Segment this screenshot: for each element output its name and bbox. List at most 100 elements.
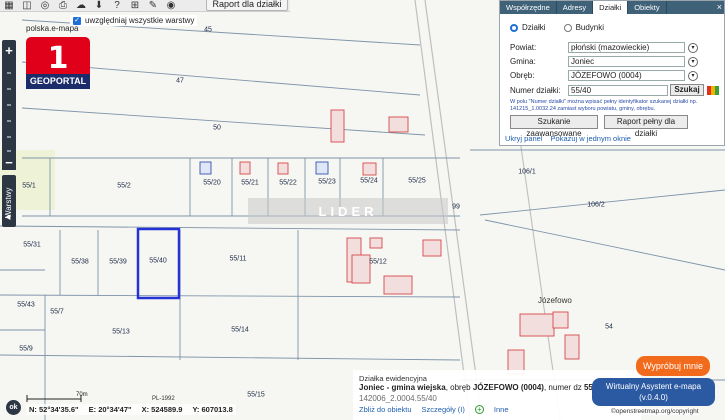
radio-buildings[interactable]: Budynki bbox=[563, 23, 604, 32]
info-text: , obręb bbox=[445, 383, 473, 392]
top-toolbar: ▦ ◫ ◎ ⎙ ☁ ⬇ ? ⊞ ✎ ◉ Raport dla działki bbox=[0, 0, 290, 12]
advanced-search-button[interactable]: Szukanie zaawansowane bbox=[510, 115, 598, 138]
chevron-down-icon[interactable]: ▾ bbox=[688, 70, 698, 81]
info-title: Działka ewidencyjna bbox=[359, 374, 427, 383]
info-actions: Zbliż do obiektu Szczegóły (I) + Inne bbox=[359, 405, 509, 414]
color-swatches[interactable] bbox=[707, 85, 719, 95]
download-icon[interactable]: ⬇ bbox=[90, 0, 108, 12]
add-icon[interactable]: + bbox=[474, 405, 484, 414]
parcel-label: 55/22 bbox=[279, 179, 297, 187]
info-text: , numer dz bbox=[543, 383, 584, 392]
tab-coordinates[interactable]: Współrzędne bbox=[500, 1, 557, 14]
tab-addresses[interactable]: Adresy bbox=[557, 1, 594, 14]
parcel-label: 106/1 bbox=[518, 168, 536, 176]
coordinates-readout: N: 52°34'35.6" E: 20°34'47" X: 524589.9 … bbox=[26, 404, 236, 415]
zoom-slider[interactable] bbox=[2, 40, 16, 166]
parcel-label: 55/15 bbox=[247, 391, 265, 399]
parcel-label: 55/11 bbox=[229, 255, 247, 263]
numer-row: Numer działki: 55/40 Szukaj bbox=[510, 84, 719, 96]
osm-attribution[interactable]: ©openstreetmap.org/copyright bbox=[611, 408, 699, 415]
zoom-to-object-link[interactable]: Zbliż do obiektu bbox=[359, 405, 412, 414]
radio-parcels[interactable]: Działki bbox=[510, 23, 546, 32]
other-link[interactable]: Inne bbox=[494, 405, 509, 414]
zoom-in-button[interactable]: + bbox=[2, 44, 16, 58]
info-location: Joniec - gmina wiejska, obręb JÓZEFOWO (… bbox=[359, 383, 595, 392]
tools-icon[interactable]: ✎ bbox=[144, 0, 162, 12]
parcel-label: 55/23 bbox=[318, 178, 336, 186]
parcel-label: 47 bbox=[176, 77, 184, 85]
zoom-tick bbox=[7, 72, 11, 74]
globe-icon[interactable]: ◎ bbox=[36, 0, 54, 12]
gmina-row: Gmina: Joniec ▾ bbox=[510, 56, 698, 67]
parcel-id: 142006_2.0004.55/40 bbox=[359, 394, 437, 403]
radio-label: Działki bbox=[522, 23, 546, 32]
zoom-out-button[interactable]: − bbox=[2, 156, 16, 170]
report-button[interactable]: Raport dla działki bbox=[206, 0, 288, 11]
details-link[interactable]: Szczegóły (I) bbox=[422, 405, 465, 414]
parcel-label: 55/13 bbox=[112, 328, 130, 336]
logo-number: 1 bbox=[47, 41, 69, 76]
coord-n: N: 52°34'35.6" bbox=[29, 405, 79, 414]
full-report-button[interactable]: Raport pełny dla działki bbox=[604, 115, 688, 138]
panel-tabs: Współrzędne Adresy Działki Obiekty bbox=[500, 1, 724, 14]
checkbox-label: uwzględniaj wszystkie warstwy bbox=[85, 16, 195, 25]
layers-tab-label: Warstwy bbox=[4, 187, 13, 218]
logo-text: GEOPORTAL bbox=[26, 74, 90, 89]
parcel-label: 55/12 bbox=[369, 258, 387, 266]
tab-objects[interactable]: Obiekty bbox=[628, 1, 667, 14]
crs-label: PL-1992 bbox=[152, 396, 175, 402]
gmina-label: Gmina: bbox=[510, 57, 536, 66]
swatch-green[interactable] bbox=[715, 85, 719, 95]
parcel-label: 55/1 bbox=[22, 182, 36, 190]
search-hint: W polu "Numer działki" można wpisać pełn… bbox=[510, 99, 698, 112]
parcel-label: 55/25 bbox=[408, 177, 426, 185]
chevron-down-icon[interactable]: ▾ bbox=[688, 56, 698, 67]
zoom-tick bbox=[7, 120, 11, 122]
all-layers-checkbox[interactable]: ✓ uwzględniaj wszystkie warstwy bbox=[70, 15, 198, 26]
parcel-label-selected: 55/40 bbox=[149, 257, 167, 265]
tab-parcels[interactable]: Działki bbox=[593, 1, 629, 14]
parcel-label: 55/24 bbox=[360, 177, 378, 185]
coord-x: X: 524589.9 bbox=[141, 405, 183, 414]
map-icon[interactable]: ◫ bbox=[18, 0, 36, 12]
parcel-number-input[interactable]: 55/40 bbox=[568, 84, 668, 96]
virtual-assistant-button[interactable]: Wirtualny Asystent e-mapa (v.0.4.0) bbox=[592, 378, 715, 406]
obreb-select[interactable]: JÓZEFOWO (0004) bbox=[568, 70, 685, 81]
close-icon[interactable]: × bbox=[717, 2, 722, 12]
camera-icon[interactable]: ◉ bbox=[162, 0, 180, 12]
radio-unselected-icon[interactable] bbox=[563, 23, 572, 32]
powiat-row: Powiat: płoński (mazowieckie) ▾ bbox=[510, 42, 698, 53]
radio-selected-icon[interactable] bbox=[510, 23, 518, 32]
zoom-tick bbox=[7, 88, 11, 90]
info-gmina: Joniec - gmina wiejska bbox=[359, 383, 446, 392]
ok-button[interactable]: ok bbox=[6, 400, 21, 415]
zoom-tick bbox=[7, 136, 11, 138]
watermark-text: LIDER bbox=[248, 198, 448, 224]
parcel-label: 50 bbox=[213, 124, 221, 132]
zoom-tick bbox=[7, 104, 11, 106]
numer-label: Numer działki: bbox=[510, 85, 561, 95]
parcel-label: 54 bbox=[605, 323, 613, 331]
search-button[interactable]: Szukaj bbox=[670, 84, 704, 96]
parcel-label: 106/2 bbox=[587, 201, 605, 209]
upload-icon[interactable]: ☁ bbox=[72, 0, 90, 12]
search-type-radios: Działki Budynki bbox=[510, 23, 604, 32]
hide-panel-link[interactable]: Ukryj panel bbox=[505, 134, 543, 143]
checkbox-checked-icon[interactable]: ✓ bbox=[73, 16, 81, 25]
layers-icon[interactable]: ▦ bbox=[0, 0, 18, 12]
parcel-label: 55/20 bbox=[203, 179, 221, 187]
try-me-button[interactable]: Wypróbuj mnie bbox=[636, 356, 710, 376]
grid-icon[interactable]: ⊞ bbox=[126, 0, 144, 12]
coord-y: Y: 607013.8 bbox=[192, 405, 233, 414]
powiat-label: Powiat: bbox=[510, 43, 537, 52]
obreb-label: Obręb: bbox=[510, 71, 535, 80]
gmina-select[interactable]: Joniec bbox=[568, 56, 685, 67]
chevron-down-icon[interactable]: ▾ bbox=[688, 42, 698, 53]
layers-tab[interactable]: ◀ Warstwy bbox=[2, 175, 16, 227]
one-window-link[interactable]: Pokazuj w jednym oknie bbox=[551, 134, 631, 143]
powiat-select[interactable]: płoński (mazowieckie) bbox=[568, 42, 685, 53]
help-icon[interactable]: ? bbox=[108, 0, 126, 12]
print-icon[interactable]: ⎙ bbox=[54, 0, 72, 12]
parcel-label: 55/39 bbox=[109, 258, 127, 266]
search-panel: Współrzędne Adresy Działki Obiekty × Dzi… bbox=[499, 0, 725, 146]
